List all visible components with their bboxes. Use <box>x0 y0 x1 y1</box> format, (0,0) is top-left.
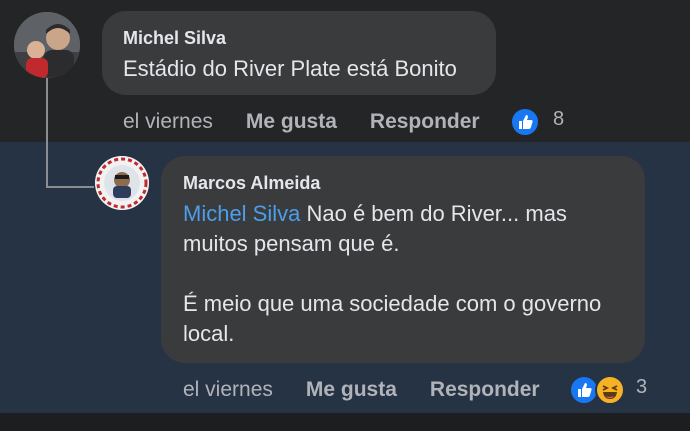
reply-text: Michel Silva Nao é bem do River... mas m… <box>183 199 623 349</box>
thread-line-horizontal <box>46 186 94 188</box>
comment-author[interactable]: Michel Silva <box>123 28 226 49</box>
reply-actions: el viernes Me gusta Responder <box>183 376 540 404</box>
bottom-strip <box>0 413 690 431</box>
comment-time[interactable]: el viernes <box>123 110 213 134</box>
reply-reply-button[interactable]: Responder <box>430 378 540 402</box>
comment-like-button[interactable]: Me gusta <box>246 110 337 134</box>
avatar-photo-icon <box>14 12 80 78</box>
thread-line-vertical <box>46 70 48 188</box>
reply-reaction-count[interactable]: 3 <box>636 376 647 399</box>
avatar-marcos-almeida[interactable] <box>95 156 149 210</box>
avatar-michel-silva[interactable] <box>14 12 80 78</box>
reply-author[interactable]: Marcos Almeida <box>183 173 320 194</box>
comment-text: Estádio do River Plate está Bonito <box>123 56 457 81</box>
reply-like-button[interactable]: Me gusta <box>306 378 397 402</box>
like-reaction-icon[interactable] <box>510 107 540 137</box>
comment-actions: el viernes Me gusta Responder <box>123 108 480 136</box>
haha-reaction-icon[interactable] <box>595 375 625 405</box>
reply-mention[interactable]: Michel Silva <box>183 201 300 226</box>
avatar-badge-icon <box>95 156 149 210</box>
reply-time[interactable]: el viernes <box>183 378 273 402</box>
comment-reaction-count[interactable]: 8 <box>553 108 564 131</box>
comment-reply-button[interactable]: Responder <box>370 110 480 134</box>
